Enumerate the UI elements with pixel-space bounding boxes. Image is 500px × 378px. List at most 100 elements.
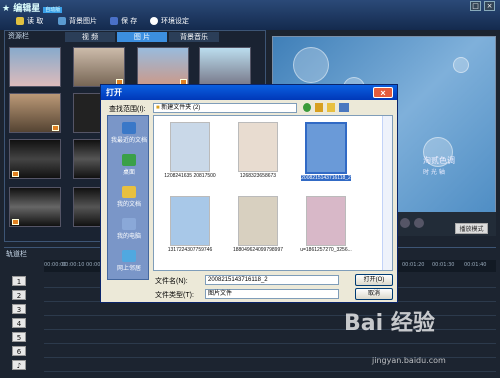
track-2-icon[interactable]: 2 — [12, 290, 26, 300]
ruler-tick: 00:00:10 — [62, 262, 85, 268]
toolbar-settings-button[interactable]: 环境设定 — [150, 15, 189, 27]
music-track-icon[interactable]: ♪ — [12, 360, 26, 370]
stop-icon[interactable] — [414, 218, 424, 228]
close-window-button[interactable]: × — [484, 1, 495, 11]
app-logo: ★ 编辑星 自动版 — [2, 4, 63, 14]
toolbar-settings-label: 环境设定 — [161, 17, 189, 25]
toolbar-bg-image-button[interactable]: 背景图片 — [58, 15, 97, 27]
resource-thumb[interactable] — [137, 47, 189, 87]
file-thumbnail — [305, 122, 347, 174]
tab-image[interactable]: 图 片 — [117, 32, 167, 42]
maximize-button[interactable]: □ — [470, 1, 481, 11]
play-mode-button[interactable]: 播放模式 — [455, 223, 488, 234]
file-list-scrollbar[interactable] — [382, 116, 392, 270]
settings-icon — [150, 17, 158, 25]
file-item[interactable]: 1268323658673 — [226, 120, 290, 184]
toolbar-bg-label: 背景图片 — [69, 17, 97, 25]
toolbar-read-button[interactable]: 读 取 — [16, 15, 43, 27]
tab-bg-music[interactable]: 背景音乐 — [169, 32, 219, 42]
place-my-documents[interactable]: 我的文档 — [108, 184, 150, 214]
new-folder-icon[interactable] — [327, 103, 335, 112]
ruler-tick: 00:01:30 — [432, 262, 455, 268]
file-name: 1208241635 20817500 — [164, 173, 216, 179]
filename-input[interactable]: 2008215143716118_2 — [205, 275, 339, 285]
place-my-computer[interactable]: 我的电脑 — [108, 216, 150, 246]
open-button[interactable]: 打开(O) — [355, 274, 393, 286]
resource-thumb[interactable] — [9, 47, 61, 87]
image-icon — [58, 17, 66, 25]
filetype-select[interactable]: 图片文件 — [205, 289, 339, 299]
my-documents-icon — [122, 186, 136, 198]
back-icon[interactable] — [303, 103, 311, 112]
filename-label: 文件名(N): — [155, 278, 188, 285]
ruler-tick: 00:01:40 — [464, 262, 487, 268]
filetype-label: 文件类型(T): — [155, 292, 194, 299]
track-3-icon[interactable]: 3 — [12, 304, 26, 314]
file-item[interactable]: 1208241635 20817500 — [158, 120, 222, 184]
resource-thumb[interactable] — [9, 93, 61, 133]
baidu-watermark-url: jingyan.baidu.com — [372, 356, 446, 365]
baidu-watermark-logo: Bai 经验 — [344, 311, 435, 336]
track-4-icon[interactable]: 4 — [12, 318, 26, 328]
file-list: 1208241635 20817500 1268323658673 200821… — [153, 115, 393, 271]
recent-docs-icon — [122, 122, 136, 134]
file-name: 1317224307759746 — [167, 247, 213, 253]
toolbar-save-button[interactable]: 保 存 — [110, 15, 137, 27]
file-name: u=1861257270_3256... — [300, 247, 352, 253]
network-icon — [122, 250, 136, 262]
resource-thumb[interactable] — [9, 139, 61, 179]
title-bar: ★ 编辑星 自动版 □ × 读 取 背景图片 保 存 环境设定 — [0, 0, 500, 30]
file-item[interactable]: 1317224307759746 — [158, 194, 222, 258]
file-thumbnail — [238, 196, 278, 246]
dialog-close-button[interactable]: × — [373, 87, 393, 98]
bubble-decoration — [293, 47, 329, 83]
bubble-decoration — [453, 57, 469, 73]
preview-watermark-title: 淘贰色调 — [423, 156, 455, 165]
file-thumbnail — [238, 122, 278, 172]
app-title: 编辑星 — [13, 4, 41, 14]
up-folder-icon[interactable] — [315, 103, 323, 112]
place-network[interactable]: 网上邻居 — [108, 248, 150, 278]
resource-thumb[interactable] — [73, 47, 125, 87]
file-name: 188049624099798997 — [232, 247, 284, 253]
added-badge-icon — [52, 125, 59, 131]
track-5-icon[interactable]: 5 — [12, 332, 26, 342]
file-item-selected[interactable]: 2008215143716118_2 — [294, 120, 358, 184]
places-bar: 我最近的文档 桌面 我的文档 我的电脑 网上邻居 — [107, 115, 149, 280]
views-menu-icon[interactable] — [339, 103, 349, 112]
save-icon — [110, 17, 118, 25]
timeline-title: 轨道栏 — [6, 250, 27, 258]
ruler-tick: 00:01:20 — [402, 262, 425, 268]
resource-thumb[interactable] — [9, 187, 61, 227]
file-name: 2008215143716118_2 — [301, 175, 351, 181]
look-in-label: 查找范围(I): — [109, 106, 146, 113]
added-badge-icon — [12, 219, 19, 225]
file-item[interactable]: 188049624099798997 — [226, 194, 290, 258]
place-recent[interactable]: 我最近的文档 — [108, 120, 150, 150]
app-version: 自动版 — [43, 7, 63, 13]
dialog-title: 打开 — [101, 85, 397, 100]
place-network-label: 网上邻居 — [116, 266, 141, 272]
toolbar-read-label: 读 取 — [27, 17, 44, 25]
toolbar-save-label: 保 存 — [121, 17, 138, 25]
resource-thumb[interactable] — [199, 47, 251, 87]
file-thumbnail — [170, 196, 210, 246]
open-icon — [16, 17, 24, 25]
resource-panel-title: 资源栏 — [8, 32, 29, 40]
play-icon[interactable] — [400, 218, 410, 228]
place-desktop[interactable]: 桌面 — [108, 152, 150, 182]
cancel-button[interactable]: 取消 — [355, 288, 393, 300]
file-item[interactable]: u=1861257270_3256... — [294, 194, 358, 258]
added-badge-icon — [12, 171, 19, 177]
desktop-icon — [122, 154, 136, 166]
place-computer-label: 我的电脑 — [116, 234, 141, 240]
tab-video[interactable]: 视 频 — [65, 32, 115, 42]
look-in-value: 新建文件夹 (2) — [161, 105, 201, 111]
track-1-icon[interactable]: 1 — [12, 276, 26, 286]
open-file-dialog: 打开 × 查找范围(I): ■ 新建文件夹 (2) 我最近的文档 桌面 我的文档… — [100, 84, 398, 303]
track-6-icon[interactable]: 6 — [12, 346, 26, 356]
file-thumbnail — [170, 122, 210, 172]
file-name: 1268323658673 — [239, 173, 277, 179]
my-computer-icon — [122, 218, 136, 230]
look-in-select[interactable]: ■ 新建文件夹 (2) — [153, 103, 297, 113]
